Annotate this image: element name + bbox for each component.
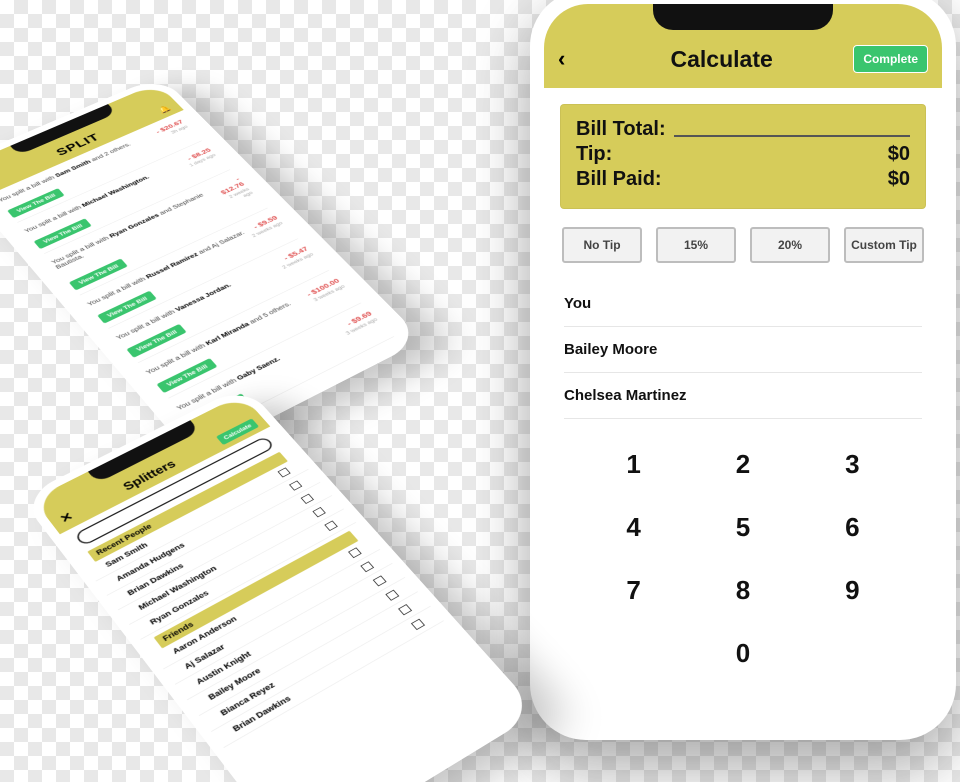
checkbox[interactable] — [360, 561, 374, 572]
history-meta: - $8.251 days ago — [183, 147, 217, 167]
checkbox[interactable] — [324, 521, 337, 531]
checkbox[interactable] — [312, 507, 325, 517]
history-meta: - $5.472 weeks ago — [275, 246, 314, 270]
history-meta: - $5.893 weeks ago — [371, 344, 410, 370]
history-meta: - $12.762 weeks ago — [210, 176, 254, 206]
history-meta: - $9.693 weeks ago — [338, 310, 378, 336]
history-when: 3 weeks ago — [378, 351, 410, 371]
checkbox[interactable] — [301, 494, 314, 504]
history-meta: - $100.003 weeks ago — [305, 278, 346, 303]
checkbox[interactable] — [411, 619, 425, 630]
history-meta: - $9.592 weeks ago — [245, 215, 284, 238]
checkbox[interactable] — [278, 467, 291, 477]
phone-splitters: ✕ Splitters Calculate Recent People Sam … — [20, 385, 539, 782]
history-meta: - $20.673h ago — [155, 119, 189, 139]
checkbox[interactable] — [398, 604, 412, 615]
checkbox[interactable] — [373, 575, 387, 586]
history-amount: - $5.89 — [371, 344, 407, 365]
checkbox[interactable] — [289, 481, 302, 491]
checkbox[interactable] — [348, 547, 362, 558]
phone-bezel: 9:41 ≡ SPLIT 🔔 You split a bill with Sam… — [0, 83, 410, 447]
checkbox[interactable] — [385, 590, 399, 601]
